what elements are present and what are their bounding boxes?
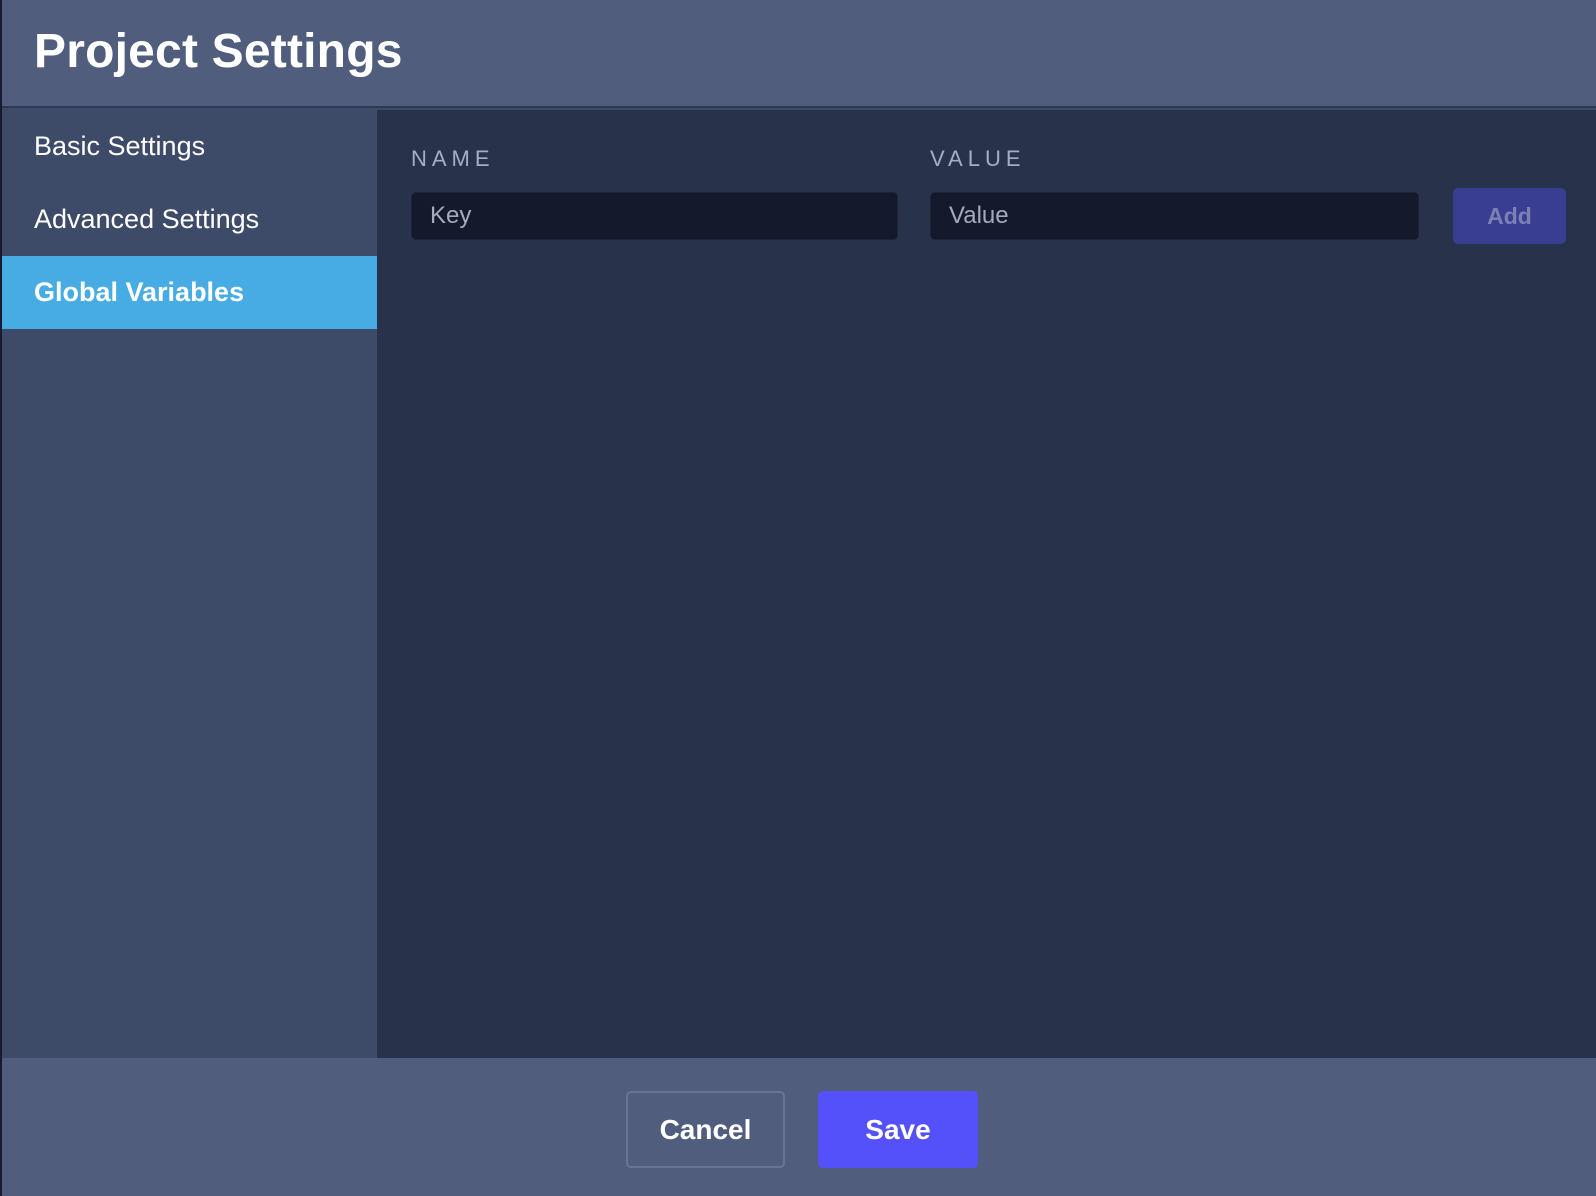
save-button[interactable]: Save (818, 1091, 978, 1168)
sidebar-item-advanced-settings[interactable]: Advanced Settings (2, 183, 377, 256)
sidebar-item-basic-settings[interactable]: Basic Settings (2, 110, 377, 183)
dialog-header: Project Settings (2, 0, 1596, 108)
name-column-label: NAME (411, 146, 495, 171)
add-variable-button[interactable]: Add (1453, 188, 1566, 244)
settings-sidebar: Basic Settings Advanced Settings Global … (2, 110, 377, 1058)
variable-value-input[interactable] (930, 192, 1419, 240)
dialog-title: Project Settings (34, 25, 403, 78)
project-settings-dialog: Project Settings Basic Settings Advanced… (2, 0, 1596, 1196)
cancel-button[interactable]: Cancel (626, 1091, 785, 1168)
dialog-footer: Cancel Save (2, 1058, 1596, 1196)
sidebar-item-global-variables[interactable]: Global Variables (2, 256, 377, 329)
value-column-label: VALUE (930, 146, 1026, 171)
global-variables-panel: NAME VALUE Add (377, 110, 1596, 1058)
variable-key-input[interactable] (411, 192, 898, 240)
